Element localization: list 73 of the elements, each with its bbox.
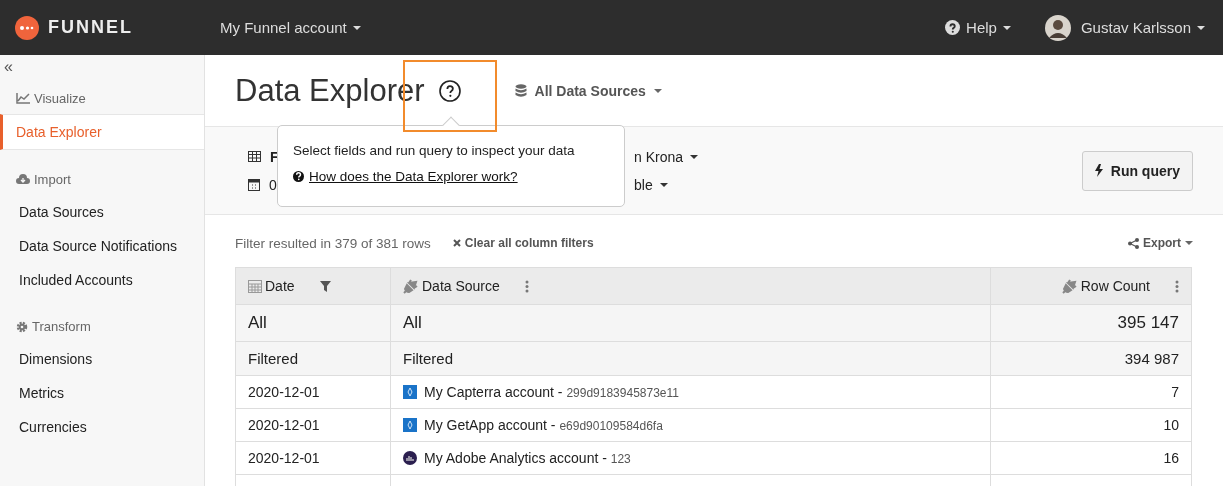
- calendar-icon: [248, 178, 260, 191]
- database-icon: [514, 83, 527, 98]
- section-heading: Visualize: [34, 91, 86, 106]
- export-dropdown[interactable]: Export: [1128, 236, 1193, 250]
- calendar-icon: [248, 279, 262, 293]
- table-cell: All: [390, 304, 991, 342]
- collapse-button[interactable]: «: [0, 55, 17, 79]
- plug-icon: [1061, 278, 1078, 294]
- sidebar-item[interactable]: Dimensions: [0, 342, 204, 376]
- bolt-icon: [1094, 164, 1103, 177]
- chart-icon: [16, 93, 30, 104]
- table-icon: [248, 151, 261, 162]
- section-heading: Transform: [32, 319, 91, 334]
- table-cell: Filtered: [235, 341, 391, 376]
- avatar-icon: [1044, 14, 1071, 41]
- help-link[interactable]: How does the Data Explorer work?: [309, 169, 518, 184]
- question-icon: [293, 171, 304, 182]
- source-name: My Capterra account - 299d9183945873e11: [424, 384, 679, 400]
- caret-icon: [1002, 25, 1011, 30]
- source-logo-icon: [403, 385, 417, 399]
- sidebar-item[interactable]: Data Sources: [0, 195, 204, 229]
- table-cell: Filtered: [390, 341, 991, 376]
- source-name: My GetApp account - e69d90109584d6fa: [424, 417, 663, 433]
- table-cell: All: [235, 304, 391, 342]
- column-header[interactable]: Date: [235, 267, 391, 305]
- caret-icon: [1185, 241, 1193, 245]
- source-logo-icon: [403, 418, 417, 432]
- table-cell: 395 147: [990, 304, 1192, 342]
- logo-icon: [15, 15, 39, 40]
- column-header[interactable]: Data Source: [390, 267, 991, 305]
- caret-icon: [352, 25, 361, 30]
- close-icon: [452, 239, 461, 247]
- table-cell: 16: [990, 441, 1192, 475]
- more-icon[interactable]: [1175, 279, 1179, 293]
- help-icon: [945, 20, 961, 35]
- caret-icon: [653, 88, 662, 93]
- account-dropdown[interactable]: My Funnel account: [220, 19, 361, 36]
- gear-icon: [16, 320, 28, 333]
- filter-icon[interactable]: [319, 280, 331, 292]
- source-logo-icon: [403, 451, 417, 465]
- caret-icon: [659, 182, 668, 187]
- plug-icon: [403, 278, 419, 294]
- table-cell: 10: [990, 408, 1192, 442]
- help-icon[interactable]: [438, 79, 461, 102]
- source-name: My Adobe Analytics account - 123: [424, 450, 631, 466]
- filter-text: 0: [269, 176, 277, 193]
- share-icon: [1128, 237, 1139, 249]
- sidebar-item[interactable]: Included Accounts: [0, 263, 204, 297]
- more-icon[interactable]: [524, 279, 529, 293]
- section-heading: Import: [34, 172, 71, 187]
- clear-filters-button[interactable]: Clear all column filters: [452, 236, 594, 250]
- sidebar-item[interactable]: Currencies: [0, 410, 204, 444]
- sidebar-item[interactable]: Data Explorer: [0, 114, 204, 150]
- data-source-dropdown[interactable]: All Data Sources: [514, 82, 662, 99]
- sidebar-item[interactable]: Data Source Notifications: [0, 229, 204, 263]
- table-cell: 2020-12-01: [235, 441, 391, 475]
- sidebar-item[interactable]: Metrics: [0, 376, 204, 410]
- filter-dropdown[interactable]: n Krona: [634, 148, 699, 165]
- caret-icon: [690, 154, 699, 159]
- user-menu[interactable]: Gustav Karlsson: [1080, 19, 1205, 36]
- run-query-button[interactable]: Run query: [1081, 150, 1193, 191]
- help-dropdown[interactable]: Help: [945, 19, 1011, 36]
- caret-icon: [1197, 25, 1205, 30]
- table-cell: 7: [990, 375, 1192, 409]
- table-cell: 2020-12-01: [235, 408, 391, 442]
- filter-dropdown[interactable]: ble: [634, 176, 668, 193]
- cloud-icon: [16, 174, 30, 185]
- logo-text: FUNNEL: [48, 17, 133, 38]
- table-cell: 394 987: [990, 341, 1192, 376]
- column-header[interactable]: Row Count: [990, 267, 1192, 305]
- table-cell: 2020-12-01: [235, 375, 391, 409]
- popover-text: Select fields and run query to inspect your data: [293, 143, 576, 158]
- result-summary: Filter resulted in 379 of 381 rows: [235, 235, 431, 251]
